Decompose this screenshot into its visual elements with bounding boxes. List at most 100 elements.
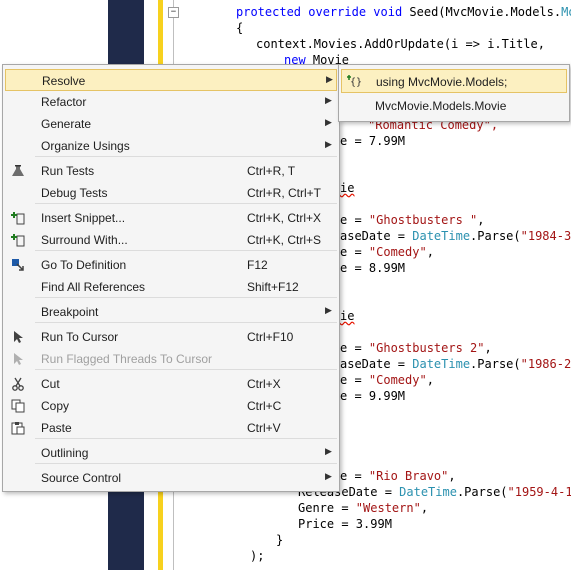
code-token: aseDate = <box>340 357 413 371</box>
code-line: aseDate = DateTime.Parse("1986-2- <box>340 356 571 372</box>
code-token: e = <box>340 341 369 355</box>
menu-item-label: Copy <box>41 399 70 413</box>
collapse-toggle-icon[interactable]: − <box>168 7 179 18</box>
code-token: "1959-4-15 <box>507 485 571 499</box>
menu-item-insert-snippet[interactable]: Insert Snippet... Ctrl+K, Ctrl+X <box>5 207 337 229</box>
menu-item-organize-usings[interactable]: Organize Usings ▶ <box>5 135 337 157</box>
menu-item-run-tests[interactable]: Run Tests Ctrl+R, T <box>5 160 337 182</box>
code-token: "Ghostbusters " <box>368 213 478 227</box>
menu-item-refactor[interactable]: Refactor ▶ <box>5 91 337 113</box>
menu-item-run-to-cursor[interactable]: Run To Cursor Ctrl+F10 <box>5 326 337 348</box>
resolve-submenu: {} using MvcMovie.Models; MvcMovie.Models.… <box>338 64 570 122</box>
code-token: } <box>276 533 284 547</box>
menu-item-label: Breakpoint <box>41 305 99 319</box>
context-menu: Resolve ▶ Refactor ▶ Generate ▶ Organize Using… <box>2 64 340 492</box>
menu-item-label: Cut <box>41 377 60 391</box>
code-token: .Parse( <box>470 357 521 371</box>
code-token: ie <box>340 181 355 195</box>
code-line: aseDate = DateTime.Parse("1984-3- <box>340 228 571 244</box>
code-token: , <box>477 213 485 227</box>
code-token: context.Movies.AddOrUpdate(i => i.Title, <box>256 37 545 51</box>
menu-item-label: Insert Snippet... <box>41 211 126 225</box>
submenu-item-label: MvcMovie.Models.Movie <box>375 99 507 113</box>
code-token: e = <box>340 245 369 259</box>
menu-item-label: Refactor <box>41 95 87 109</box>
menu-item-label: Debug Tests <box>41 186 108 200</box>
menu-item-generate[interactable]: Generate ▶ <box>5 113 337 135</box>
menu-item-shortcut: Ctrl+V <box>247 421 281 435</box>
code-token: "Western" <box>355 501 421 515</box>
menu-item-shortcut: Ctrl+K, Ctrl+S <box>247 233 322 247</box>
code-line: e = 7.99M <box>340 133 405 149</box>
menu-item-label: Outlining <box>41 446 89 460</box>
code-token: Seed(MvcMovie.Models. <box>409 5 562 19</box>
code-token: , <box>484 341 492 355</box>
menu-item-label: Resolve <box>42 74 86 88</box>
menu-item-run-flagged-threads: Run Flagged Threads To Cursor <box>5 348 337 370</box>
menu-item-shortcut: Ctrl+K, Ctrl+X <box>247 211 322 225</box>
submenu-arrow-icon: ▶ <box>326 74 333 84</box>
menu-item-surround-with[interactable]: Surround With... Ctrl+K, Ctrl+S <box>5 229 337 251</box>
code-line: } <box>276 532 283 548</box>
code-token: protected override void <box>236 5 410 19</box>
code-token: DateTime <box>412 229 471 243</box>
code-token: "Rio Bravo" <box>368 469 449 483</box>
menu-item-label: Run Tests <box>41 164 95 178</box>
menu-item-label: Go To Definition <box>41 258 127 272</box>
code-token: "1984-3- <box>520 229 571 243</box>
code-token: DateTime <box>412 357 471 371</box>
menu-item-label: Run To Cursor <box>41 330 119 344</box>
menu-item-shortcut: F12 <box>247 258 268 272</box>
surround-with-icon <box>11 233 25 247</box>
menu-item-resolve[interactable]: Resolve ▶ <box>5 69 337 91</box>
menu-item-paste[interactable]: Paste Ctrl+V <box>5 417 337 439</box>
submenu-item-using[interactable]: {} using MvcMovie.Models; <box>341 69 567 93</box>
code-line: e = "Comedy", <box>340 244 434 260</box>
code-token: "1986-2- <box>520 357 571 371</box>
paste-icon <box>11 421 25 435</box>
submenu-item-qualify[interactable]: MvcMovie.Models.Movie <box>341 94 567 118</box>
svg-text:{}: {} <box>350 77 362 88</box>
code-token: e = 7.99M <box>340 134 406 148</box>
copy-icon <box>11 399 25 413</box>
submenu-arrow-icon: ▶ <box>325 117 332 127</box>
menu-item-copy[interactable]: Copy Ctrl+C <box>5 395 337 417</box>
menu-item-debug-tests[interactable]: Debug Tests Ctrl+R, Ctrl+T <box>5 182 337 204</box>
menu-item-source-control[interactable]: Source Control ▶ <box>5 467 337 489</box>
code-token: , <box>426 245 434 259</box>
menu-item-breakpoint[interactable]: Breakpoint ▶ <box>5 301 337 323</box>
submenu-item-label: using MvcMovie.Models; <box>376 75 508 89</box>
code-token: Price = 3.99M <box>298 517 392 531</box>
cursor-disabled-icon <box>11 352 25 366</box>
menu-item-outlining[interactable]: Outlining ▶ <box>5 442 337 464</box>
code-line: { <box>236 20 243 36</box>
submenu-arrow-icon: ▶ <box>325 139 332 149</box>
scissors-icon <box>11 377 25 391</box>
code-line: e = "Comedy", <box>340 372 434 388</box>
go-to-definition-icon <box>11 258 25 272</box>
menu-item-find-all-references[interactable]: Find All References Shift+F12 <box>5 276 337 298</box>
menu-item-label: Run Flagged Threads To Cursor <box>41 352 212 366</box>
code-token: "Comedy" <box>368 373 427 387</box>
insert-snippet-icon <box>11 211 25 225</box>
menu-item-shortcut: Ctrl+C <box>247 399 282 413</box>
menu-item-go-to-definition[interactable]: Go To Definition F12 <box>5 254 337 276</box>
code-token: ie <box>340 309 355 323</box>
code-token: , <box>426 373 434 387</box>
code-token: e = <box>340 469 369 483</box>
menu-item-label: Find All References <box>41 280 146 294</box>
menu-item-label: Organize Usings <box>41 139 130 153</box>
menu-item-cut[interactable]: Cut Ctrl+X <box>5 373 337 395</box>
menu-item-label: Surround With... <box>41 233 128 247</box>
menu-item-shortcut: Ctrl+F10 <box>247 330 294 344</box>
menu-item-label: Paste <box>41 421 72 435</box>
code-line: e = "Ghostbusters 2", <box>340 340 492 356</box>
menu-item-shortcut: Ctrl+R, Ctrl+T <box>247 186 322 200</box>
menu-item-label: Generate <box>41 117 92 131</box>
code-token: e = <box>340 373 369 387</box>
code-line: ); <box>250 548 264 564</box>
submenu-arrow-icon: ▶ <box>325 471 332 481</box>
code-token: Mov <box>561 5 571 19</box>
cursor-icon <box>11 330 25 344</box>
code-token: "Comedy" <box>368 245 427 259</box>
